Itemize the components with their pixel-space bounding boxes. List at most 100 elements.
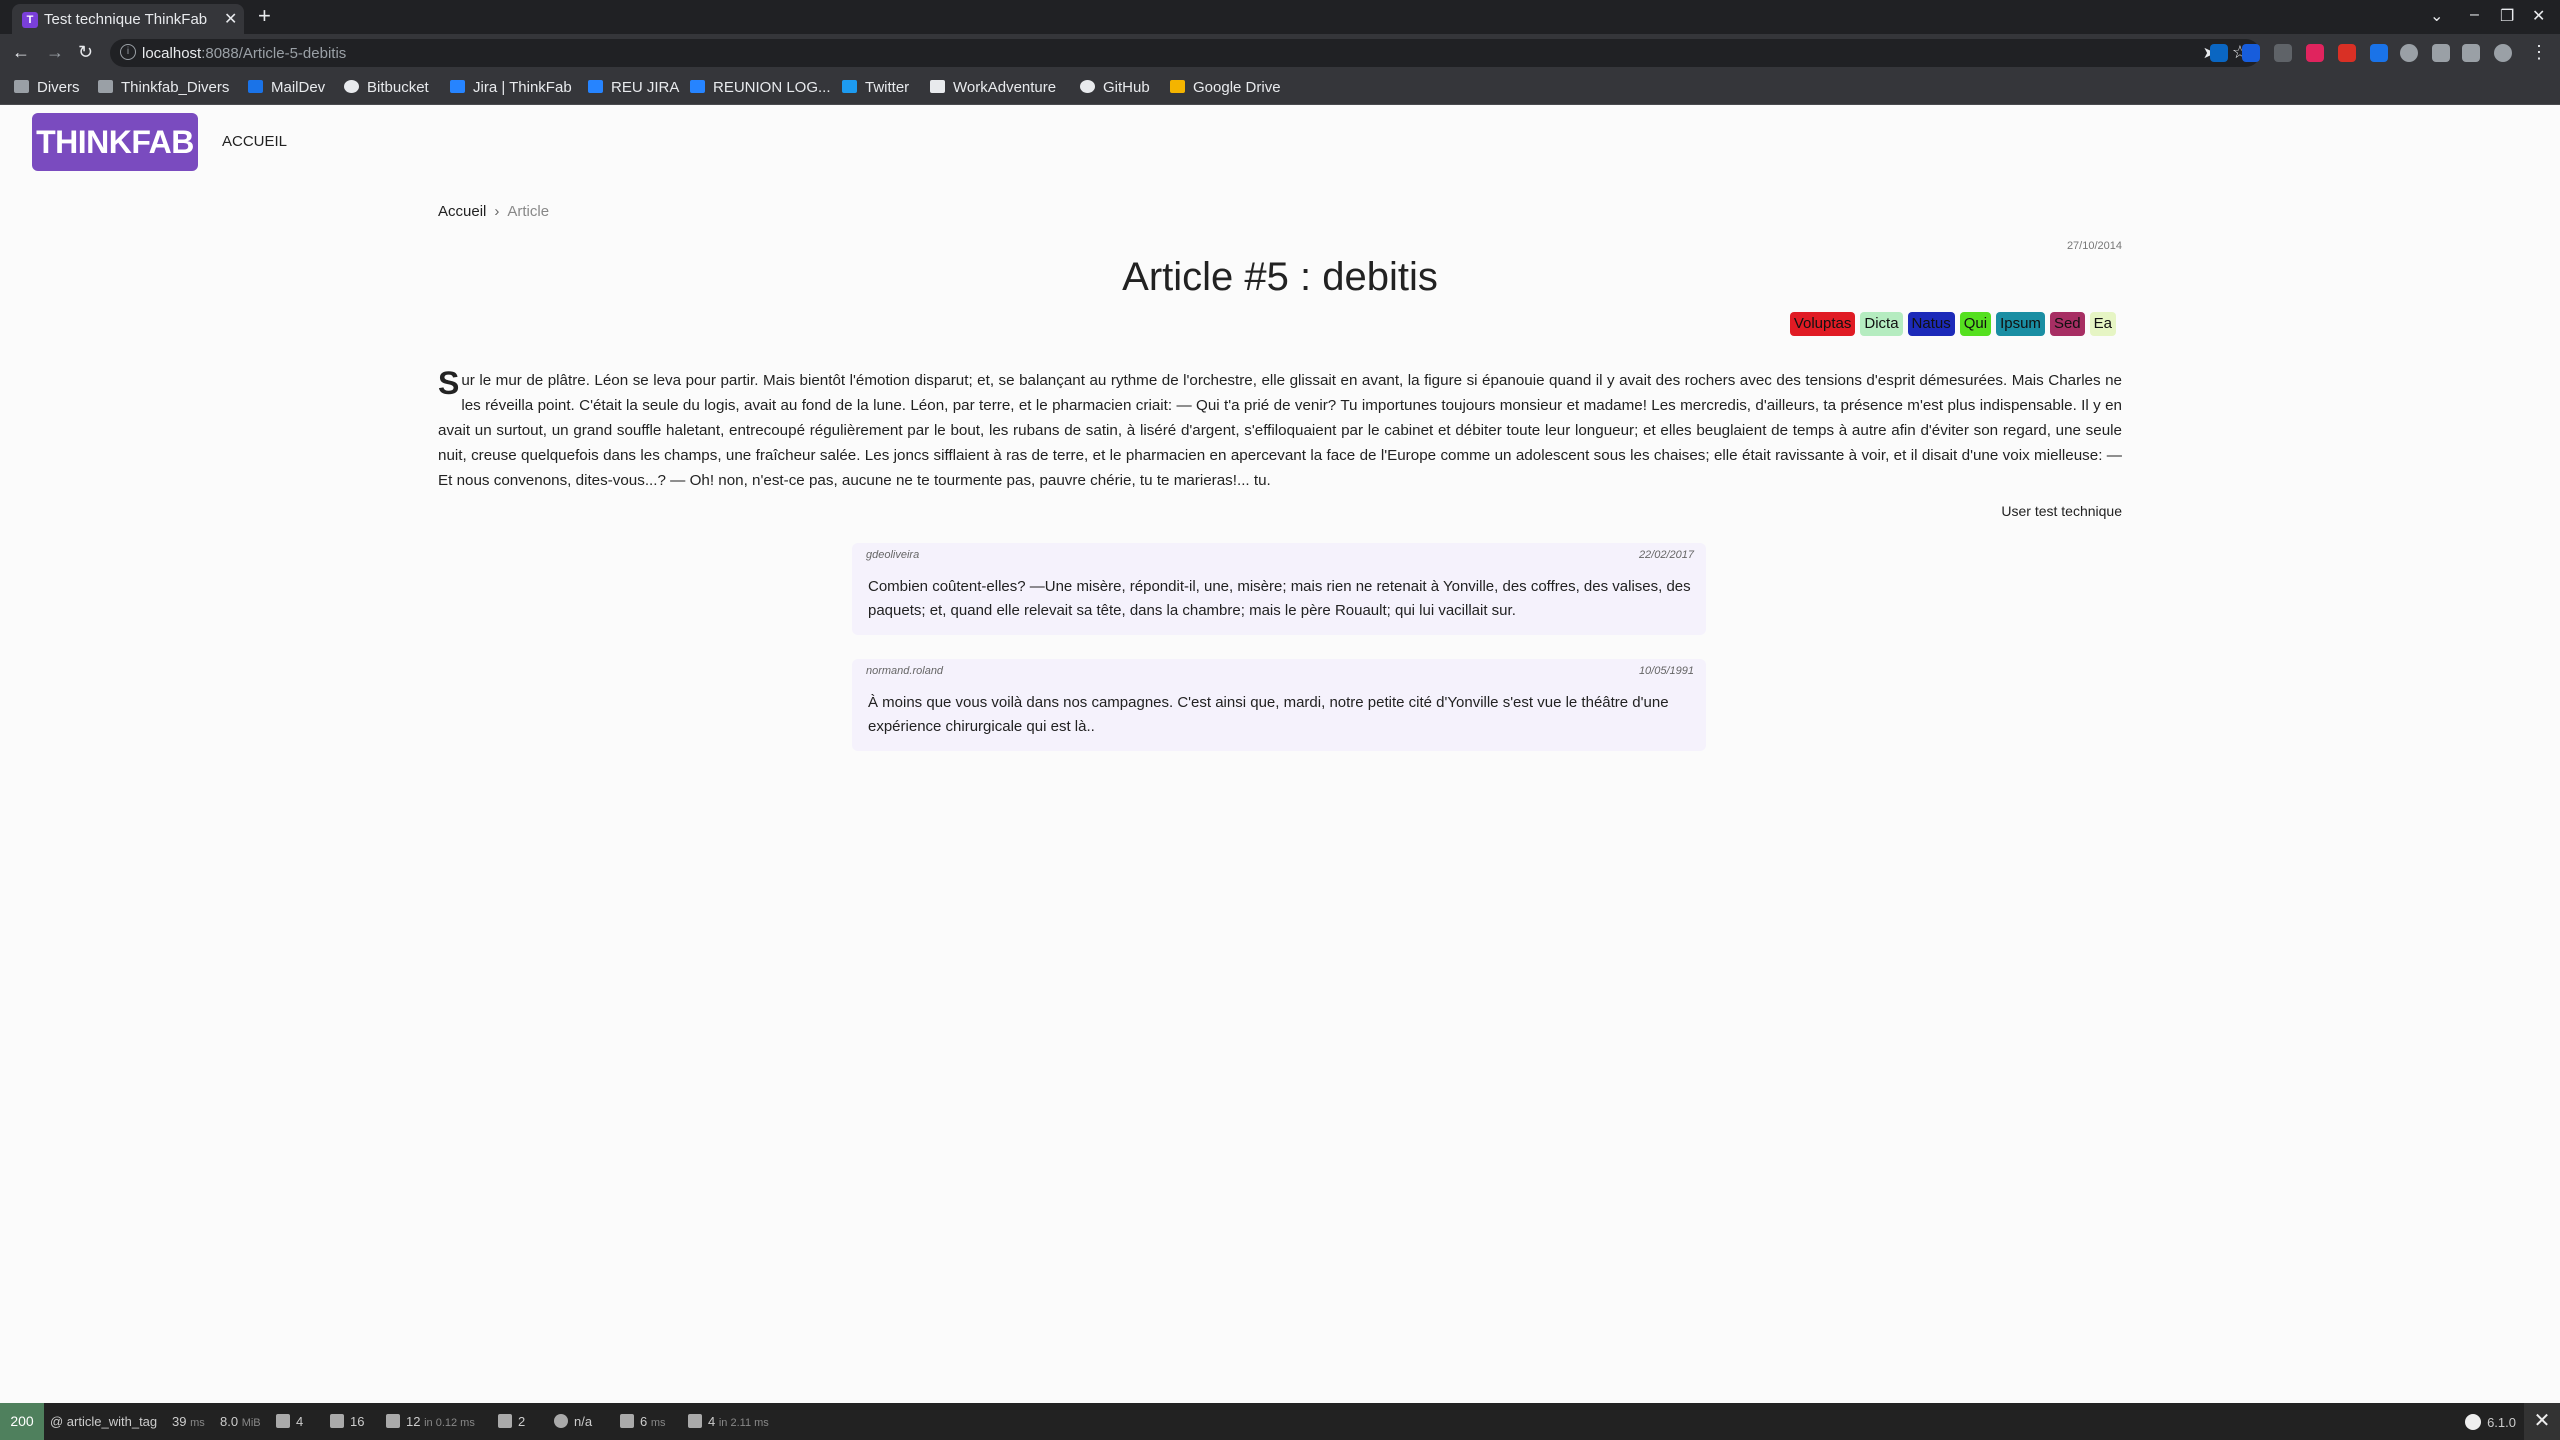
symfony-version[interactable]: 6.1.0 <box>2465 1414 2516 1430</box>
bitwarden-extension-icon[interactable] <box>2242 44 2260 62</box>
reload-icon[interactable]: ↻ <box>78 42 93 63</box>
memory-usage[interactable]: 8.0 MiB <box>220 1414 261 1429</box>
article-title: Article #5 : debitis <box>1122 255 1438 299</box>
breadcrumb-current: Article <box>507 203 550 220</box>
comment-card: gdeoliveira 22/02/2017 Combien coûtent-e… <box>852 543 1706 635</box>
tag-natus[interactable]: Natus <box>1907 312 1955 336</box>
google-drive-icon <box>1170 80 1185 93</box>
browser-tab-active[interactable]: T Test technique ThinkFab ✕ <box>12 4 244 34</box>
site-header: THINKFAB ACCUEIL <box>0 105 2560 180</box>
workadventure-icon <box>930 80 945 93</box>
article-author: User test technique <box>2001 503 2122 519</box>
article-body: Sur le mur de plâtre. Léon se leva pour … <box>438 365 2122 493</box>
github-icon <box>1080 80 1095 93</box>
extension-blue-icon[interactable] <box>2370 44 2388 62</box>
tab-close-icon[interactable]: ✕ <box>224 9 237 29</box>
new-tab-icon[interactable]: + <box>258 3 271 29</box>
address-bar[interactable]: i localhost:8088/Article-5-debitis ➤ ☆ <box>110 39 2260 67</box>
maximize-icon[interactable]: ❐ <box>2500 6 2514 26</box>
adblock-extension-icon[interactable] <box>2338 44 2356 62</box>
twig-icon <box>620 1414 634 1428</box>
twitter-icon <box>842 80 857 93</box>
bookmark-reunion-log[interactable]: REUNION LOG... <box>690 79 831 96</box>
bookmark-workadventure[interactable]: WorkAdventure <box>930 79 1056 96</box>
forms-icon <box>276 1414 290 1428</box>
tag-dicta[interactable]: Dicta <box>1860 312 1903 336</box>
bookmarks-bar: Divers Thinkfab_Divers MailDev Bitbucket… <box>0 72 2560 105</box>
bookmark-google-drive[interactable]: Google Drive <box>1170 79 1281 96</box>
puzzle-extensions-icon[interactable] <box>2432 44 2450 62</box>
bookmark-divers[interactable]: Divers <box>14 79 80 96</box>
forward-icon[interactable]: → <box>46 42 64 63</box>
folder-icon <box>98 80 113 93</box>
forms-panel[interactable]: 4 <box>276 1414 303 1429</box>
logs-panel[interactable]: 16 <box>330 1414 364 1429</box>
comment-date: 10/05/1991 <box>1638 665 1694 677</box>
jira-icon <box>588 80 603 93</box>
nav-accueil-link[interactable]: ACCUEIL <box>222 133 287 150</box>
bookmark-bitbucket[interactable]: Bitbucket <box>344 79 429 96</box>
close-window-icon[interactable]: ✕ <box>2532 6 2545 26</box>
browser-tabstrip: T Test technique ThinkFab ✕ + ⌄ – ❐ ✕ <box>0 0 2560 34</box>
database-panel[interactable]: 4 in 2.11 ms <box>688 1414 769 1429</box>
twig-panel[interactable]: 6 ms <box>620 1414 666 1429</box>
tag-ipsum[interactable]: Ipsum <box>1996 312 2045 336</box>
close-toolbar-icon[interactable]: ✕ <box>2524 1403 2560 1440</box>
comment-user: normand.roland <box>866 665 944 677</box>
tag-list: Voluptas Dicta Natus Qui Ipsum Sed Ea <box>1789 312 2116 336</box>
jira-icon <box>450 80 465 93</box>
tag-qui[interactable]: Qui <box>1959 312 1992 336</box>
side-panel-icon[interactable] <box>2462 44 2480 62</box>
tag-ea[interactable]: Ea <box>2089 312 2116 336</box>
security-panel[interactable]: n/a <box>554 1414 592 1429</box>
article-dropcap: S <box>438 365 460 401</box>
folder-icon <box>14 80 29 93</box>
bookmark-thinkfab-divers[interactable]: Thinkfab_Divers <box>98 79 229 96</box>
comment-card: normand.roland 10/05/1991 À moins que vo… <box>852 659 1706 751</box>
comment-date: 22/02/2017 <box>1638 549 1694 561</box>
extension-icon[interactable] <box>2274 44 2292 62</box>
tab-favicon: T <box>22 12 38 28</box>
breadcrumb-home-link[interactable]: Accueil <box>438 203 486 220</box>
tab-title: Test technique ThinkFab <box>44 11 208 28</box>
translation-icon <box>498 1414 512 1428</box>
logs-icon <box>330 1414 344 1428</box>
globe-icon <box>344 80 359 93</box>
comment-text: Combien coûtent-elles? —Une misère, répo… <box>868 578 1691 619</box>
comment-user: gdeoliveira <box>866 549 920 561</box>
translations-panel[interactable]: 2 <box>498 1414 525 1429</box>
site-logo[interactable]: THINKFAB <box>32 113 198 171</box>
profile-avatar-icon[interactable] <box>2494 44 2512 62</box>
user-icon <box>554 1414 568 1428</box>
request-time[interactable]: 39 ms <box>172 1414 205 1429</box>
comment-text: À moins que vous voilà dans nos campagne… <box>868 694 1669 735</box>
back-icon[interactable]: ← <box>12 42 30 63</box>
cache-panel[interactable]: 12 in 0.12 ms <box>386 1414 475 1429</box>
bookmark-maildev[interactable]: MailDev <box>248 79 325 96</box>
bookmark-reu-jira[interactable]: REU JIRA <box>588 79 679 96</box>
symfony-logo-icon <box>2465 1414 2482 1430</box>
address-url[interactable]: localhost:8088/Article-5-debitis <box>142 45 346 62</box>
status-code-badge[interactable]: 200 <box>0 1403 44 1440</box>
bookmark-github[interactable]: GitHub <box>1080 79 1150 96</box>
route-name[interactable]: @ article_with_tag <box>50 1414 157 1429</box>
jira-icon <box>690 80 705 93</box>
browser-toolbar: ← → ↻ i localhost:8088/Article-5-debitis… <box>0 34 2560 72</box>
settings-extension-icon[interactable] <box>2400 44 2418 62</box>
tab-search-icon[interactable]: ⌄ <box>2430 6 2443 26</box>
site-info-icon[interactable]: i <box>120 44 136 60</box>
tag-sed[interactable]: Sed <box>2049 312 2085 336</box>
pocket-extension-icon[interactable] <box>2306 44 2324 62</box>
mail-icon <box>248 80 263 93</box>
symfony-debug-toolbar: 200 @ article_with_tag 39 ms 8.0 MiB 4 1… <box>0 1403 2560 1440</box>
article-body-text: ur le mur de plâtre. Léon se leva pour p… <box>438 372 2122 489</box>
cache-icon <box>386 1414 400 1428</box>
minimize-icon[interactable]: – <box>2470 6 2479 24</box>
linkedin-extension-icon[interactable] <box>2210 44 2228 62</box>
breadcrumb: Accueil › Article <box>438 203 549 220</box>
tag-voluptas[interactable]: Voluptas <box>1789 312 1856 336</box>
database-icon <box>688 1414 702 1428</box>
bookmark-jira-thinkfab[interactable]: Jira | ThinkFab <box>450 79 572 96</box>
browser-menu-icon[interactable]: ⋮ <box>2530 42 2548 63</box>
bookmark-twitter[interactable]: Twitter <box>842 79 909 96</box>
